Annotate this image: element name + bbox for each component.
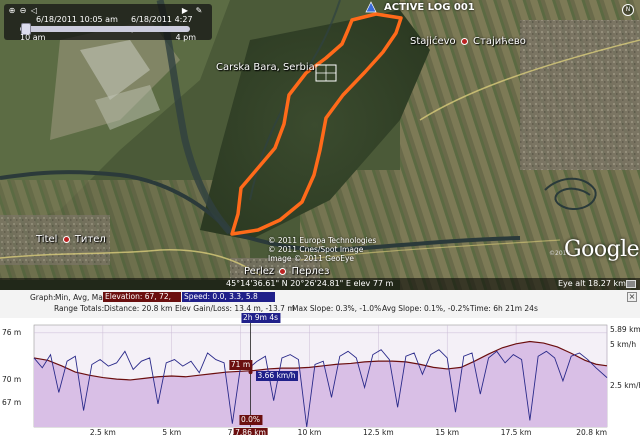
elevation-toggle[interactable]: Elevation: 67, 72, 76 m — [103, 292, 181, 311]
profile-chart-svg[interactable] — [0, 315, 640, 435]
time-ticks: 10 am 4 pm — [20, 33, 196, 42]
status-bar: 45°14'36.61" N 20°26'24.81" E elev 77 m … — [0, 278, 640, 290]
place-carska-bara[interactable]: Carska Bara, Serbia — [216, 62, 315, 73]
google-logo: Google — [564, 237, 640, 262]
time-slider[interactable]: ⊕ ⊖ ◁ ▶ ✎ 6/18/2011 10:05 am 6/18/2011 4… — [4, 4, 212, 42]
time-slider-track[interactable] — [20, 26, 190, 32]
x-tick: 2.5 km — [89, 428, 116, 435]
time-range: 6/18/2011 10:05 am 6/18/2011 4:27 pm — [36, 15, 206, 33]
close-icon[interactable]: × — [627, 292, 637, 302]
tick-start: 10 am — [20, 33, 46, 42]
place-perlez-latin: Perlez — [244, 266, 275, 277]
y-tick-right: 2.5 km/h — [610, 380, 640, 390]
place-stajicevo-cyrillic: Стајићево — [473, 36, 526, 47]
cursor-distance-label: 7.86 km — [233, 428, 268, 435]
range-distance: Distance: 20.8 km — [104, 304, 173, 313]
cursor-speed-label: 3.66 km/h — [255, 370, 298, 381]
y-tick-right: 5.89 km/h — [610, 325, 640, 335]
y-tick-right: 5 km/h — [610, 339, 637, 349]
profile-chart[interactable]: 76 m 70 m 67 m 5.89 km/h 5 km/h 2.5 km/h 2.5 k… — [0, 313, 640, 435]
x-tick: 15 km — [435, 428, 460, 435]
place-stajicevo[interactable]: Stajićevo Стајићево — [410, 36, 526, 47]
speed-toggle[interactable]: Speed: 0.0, 3.3, 5.8 km/h — [182, 292, 275, 311]
x-tick: 12.5 km — [362, 428, 394, 435]
track-name[interactable]: ACTIVE LOG 001 — [384, 2, 475, 13]
place-perlez[interactable]: Perlez Перлез — [244, 266, 329, 277]
cursor-coordinates: 45°14'36.61" N 20°26'24.81" E elev 77 m — [226, 279, 394, 288]
town-marker-icon — [62, 235, 70, 243]
zoom-out-icon[interactable]: ⊖ — [18, 6, 28, 15]
copyright-line: Image © 2011 GeoEye — [268, 254, 355, 263]
step-back-icon[interactable]: ◁ — [29, 6, 39, 15]
x-tick: 17.5 km — [500, 428, 532, 435]
x-tick: 10 km — [297, 428, 322, 435]
range-avg-slope: Avg Slope: 0.1%, -0.2% — [382, 304, 470, 313]
cursor-slope-label: 0.0% — [238, 415, 263, 425]
copyright-notice: © 2011 Europa Technologies © 2011 Cnes/S… — [268, 236, 376, 263]
cursor-elevation-point — [248, 370, 253, 375]
map-view[interactable]: ⊕ ⊖ ◁ ▶ ✎ 6/18/2011 10:05 am 6/18/2011 4… — [0, 0, 640, 290]
cursor-time-label: 2h 9m 4s — [240, 313, 281, 323]
eye-altitude: Eye alt 18.27 km — [558, 279, 626, 288]
tick-end: 4 pm — [175, 33, 196, 42]
town-marker-icon — [460, 37, 468, 45]
graph-modes[interactable]: Min, Avg, Max — [55, 293, 107, 302]
wrench-icon[interactable]: ✎ — [194, 6, 204, 15]
y-tick-left: 70 m — [2, 374, 22, 384]
zoom-in-icon[interactable]: ⊕ — [7, 6, 17, 15]
elevation-profile-panel: Graph: Min, Avg, Max Elevation: 67, 72, … — [0, 290, 640, 435]
place-stajicevo-latin: Stajićevo — [410, 36, 456, 47]
copyright-line: © 2011 Europa Technologies — [268, 236, 377, 245]
range-totals-label: Range Totals: — [54, 304, 105, 313]
y-tick-left: 67 m — [2, 398, 22, 408]
cursor-elevation-label: 71 m — [228, 360, 253, 371]
graph-label: Graph: — [30, 293, 56, 302]
copyright-line: © 2011 Cnes/Spot Image — [268, 245, 364, 254]
compass-icon[interactable]: N — [622, 4, 634, 16]
range-time: Time: 6h 21m 24s — [470, 304, 538, 313]
x-tick: 20.8 km — [576, 428, 607, 435]
place-titel-cyrillic: Тител — [74, 234, 106, 245]
place-titel[interactable]: Titel Тител — [36, 234, 106, 245]
profile-info-bar: Graph: Min, Avg, Max Elevation: 67, 72, … — [0, 290, 640, 318]
streaming-indicator-icon — [626, 280, 636, 288]
place-perlez-cyrillic: Перлез — [291, 266, 330, 277]
x-tick: 5 km — [162, 428, 182, 435]
range-max-slope: Max Slope: 0.3%, -1.0% — [292, 304, 382, 313]
time-start: 6/18/2011 10:05 am — [36, 15, 118, 24]
play-icon[interactable]: ▶ — [180, 6, 190, 15]
place-titel-latin: Titel — [36, 234, 58, 245]
town-marker-icon — [279, 267, 287, 275]
range-elev-gain: Elev Gain/Loss: 13.4 m, -13.7 m — [175, 304, 295, 313]
y-tick-left: 76 m — [2, 327, 22, 337]
